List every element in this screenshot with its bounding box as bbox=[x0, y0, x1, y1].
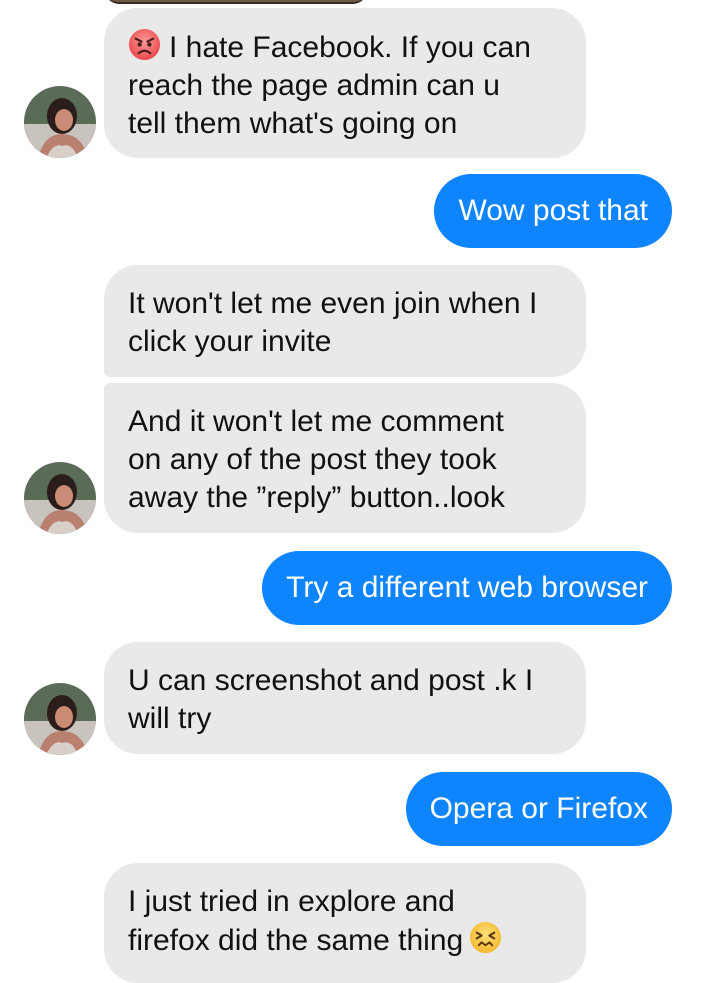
message-bubble-outgoing[interactable]: Try a different web browser bbox=[262, 551, 672, 625]
message-bubble-incoming[interactable]: It won't let me even join when I click y… bbox=[104, 265, 586, 377]
message-text: Wow post that bbox=[458, 194, 648, 227]
shared-image-edge[interactable] bbox=[105, 0, 367, 4]
message-text: I just tried in explore and firefox did … bbox=[128, 885, 464, 957]
message-bubble-incoming[interactable]: I just tried in explore and firefox did … bbox=[104, 863, 586, 983]
message-text: I hate Facebook. If you can reach the pa… bbox=[128, 31, 531, 140]
message-bubble-outgoing[interactable]: Opera or Firefox bbox=[405, 772, 672, 846]
contact-avatar[interactable] bbox=[24, 86, 96, 158]
message-bubble-incoming[interactable]: U can screenshot and post .k I will try bbox=[104, 642, 586, 754]
message-text: It won't let me even join when I click y… bbox=[128, 287, 538, 358]
profile-photo-icon bbox=[24, 86, 96, 158]
contact-avatar[interactable] bbox=[24, 462, 96, 534]
message-bubble-outgoing[interactable]: Wow post that bbox=[434, 174, 672, 248]
message-text: Opera or Firefox bbox=[429, 792, 648, 825]
message-text: Try a different web browser bbox=[286, 571, 648, 604]
chat-thread: I hate Facebook. If you can reach the pa… bbox=[0, 0, 716, 983]
message-bubble-incoming[interactable]: I hate Facebook. If you can reach the pa… bbox=[104, 8, 586, 158]
message-text: And it won't let me comment on any of th… bbox=[128, 405, 505, 514]
profile-photo-icon bbox=[24, 683, 96, 755]
contact-avatar[interactable] bbox=[24, 683, 96, 755]
angry-face-icon bbox=[128, 28, 161, 61]
profile-photo-icon bbox=[24, 462, 96, 534]
confounded-face-icon bbox=[470, 921, 502, 954]
message-bubble-incoming[interactable]: And it won't let me comment on any of th… bbox=[104, 383, 586, 533]
message-text: U can screenshot and post .k I will try bbox=[128, 664, 534, 735]
